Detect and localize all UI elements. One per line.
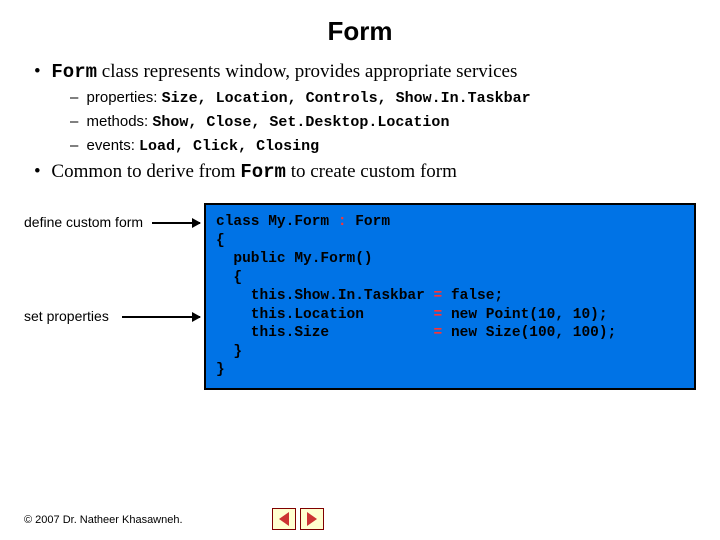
bullet-1-code: Form: [51, 61, 97, 83]
bullet-2-code: Form: [240, 161, 286, 183]
nav-controls: [272, 508, 324, 530]
copyright: © 2007 Dr. Natheer Khasawneh.: [24, 514, 183, 526]
arrow-icon: [152, 222, 200, 224]
next-button[interactable]: [300, 508, 324, 530]
annotation-column: define custom form set properties: [24, 212, 204, 380]
bullet-2-pre: Common to derive from: [51, 161, 240, 182]
bullet-2-post: to create custom form: [286, 161, 457, 182]
arrow-icon: [122, 316, 200, 318]
annot-setprops: set properties: [24, 308, 109, 324]
annot-define: define custom form: [24, 214, 143, 230]
bullet-1: Form class represents window, provides a…: [24, 61, 696, 155]
sub-2-label: methods:: [87, 113, 153, 130]
sub-2-code: Show, Close, Set.Desktop.Location: [152, 114, 449, 131]
triangle-right-icon: [307, 512, 317, 526]
slide-title: Form: [24, 16, 696, 47]
sub-3-label: events:: [87, 137, 140, 154]
sub-1-label: properties:: [87, 89, 162, 106]
prev-button[interactable]: [272, 508, 296, 530]
bullet-2: Common to derive from Form to create cus…: [24, 161, 696, 183]
sub-2: methods: Show, Close, Set.Desktop.Locati…: [64, 113, 696, 131]
bullet-1-text: class represents window, provides approp…: [97, 61, 517, 82]
sub-3-code: Load, Click, Closing: [139, 138, 319, 155]
sub-3: events: Load, Click, Closing: [64, 137, 696, 155]
code-block: class My.Form : Form { public My.Form() …: [204, 203, 696, 390]
sub-1: properties: Size, Location, Controls, Sh…: [64, 89, 696, 107]
sub-1-code: Size, Location, Controls, Show.In.Taskba…: [162, 90, 531, 107]
triangle-left-icon: [279, 512, 289, 526]
